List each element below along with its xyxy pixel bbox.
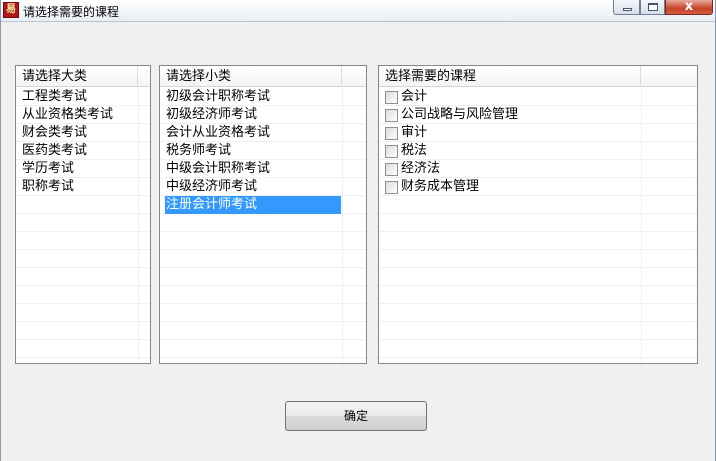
- category-item[interactable]: 医药类考试: [16, 142, 150, 160]
- category-column-header[interactable]: 请选择大类: [16, 66, 138, 87]
- course-column-header[interactable]: 选择需要的课程: [379, 66, 641, 87]
- close-icon: x: [684, 0, 694, 14]
- course-checkbox[interactable]: [385, 91, 398, 104]
- subcategory-item[interactable]: 注册会计师考试: [160, 196, 366, 214]
- maximize-icon: [648, 3, 658, 11]
- empty-row: [379, 196, 697, 214]
- course-checkbox[interactable]: [385, 109, 398, 122]
- empty-row: [16, 196, 150, 214]
- course-item[interactable]: 会计: [379, 88, 697, 106]
- category-item[interactable]: 财会类考试: [16, 124, 150, 142]
- empty-row: [160, 250, 366, 268]
- empty-row: [16, 214, 150, 232]
- course-list-header: 选择需要的课程: [379, 66, 697, 87]
- subcategory-listview[interactable]: 请选择小类 初级会计职称考试 初级经济师考试 会计从业资格考试 税务师考试中级会计职称…: [159, 65, 367, 364]
- subcategory-item-label: 会计从业资格考试: [166, 125, 271, 140]
- minimize-button[interactable]: [613, 0, 640, 15]
- course-item[interactable]: 公司战略与风险管理: [379, 106, 697, 124]
- course-label: 审计: [401, 125, 428, 140]
- subcategory-list-header: 请选择小类: [160, 66, 366, 87]
- subcategory-item[interactable]: 税务师考试: [160, 142, 366, 160]
- course-rows: 会计公司战略与风险管理 审计税法经济法财务成本管理: [379, 88, 697, 358]
- category-item-label: 工程类考试: [22, 89, 88, 104]
- empty-row: [16, 322, 150, 340]
- category-listview[interactable]: 请选择大类 工程类考试从业资格类考试 财会类考试医药类考试学历考试职称考试: [15, 65, 151, 364]
- category-item[interactable]: 从业资格类考试: [16, 106, 150, 124]
- empty-row: [160, 214, 366, 232]
- course-item[interactable]: 经济法: [379, 160, 697, 178]
- empty-row: [16, 268, 150, 286]
- window-title: 请选择需要的课程: [23, 5, 120, 19]
- category-list-header: 请选择大类: [16, 66, 150, 87]
- subcategory-rows: 初级会计职称考试 初级经济师考试 会计从业资格考试 税务师考试中级会计职称考试 中级经济…: [160, 88, 366, 358]
- empty-row: [379, 286, 697, 304]
- minimize-icon: [623, 8, 632, 11]
- course-item[interactable]: 审计: [379, 124, 697, 142]
- confirm-button[interactable]: 确定: [285, 401, 427, 431]
- subcategory-item[interactable]: 初级经济师考试: [160, 106, 366, 124]
- category-item-label: 学历考试: [22, 161, 75, 176]
- course-checkbox[interactable]: [385, 163, 398, 176]
- course-label: 经济法: [401, 161, 441, 176]
- empty-row: [160, 232, 366, 250]
- empty-row: [379, 304, 697, 322]
- course-label: 公司战略与风险管理: [401, 107, 519, 122]
- empty-row: [379, 268, 697, 286]
- empty-row: [379, 214, 697, 232]
- course-label: 税法: [401, 143, 428, 158]
- empty-row: [160, 304, 366, 322]
- subcategory-item-label: 初级会计职称考试: [166, 89, 271, 104]
- subcategory-item-label: 初级经济师考试: [166, 107, 258, 122]
- empty-row: [379, 250, 697, 268]
- empty-row: [16, 250, 150, 268]
- category-item-label: 从业资格类考试: [22, 107, 114, 122]
- category-item[interactable]: 工程类考试: [16, 88, 150, 106]
- course-item[interactable]: 税法: [379, 142, 697, 160]
- close-button[interactable]: x: [665, 0, 713, 15]
- empty-row: [379, 322, 697, 340]
- subcategory-item[interactable]: 中级会计职称考试: [160, 160, 366, 178]
- title-bar[interactable]: 易 请选择需要的课程 x: [1, 0, 715, 22]
- subcategory-item[interactable]: 初级会计职称考试: [160, 88, 366, 106]
- subcategory-item[interactable]: 会计从业资格考试: [160, 124, 366, 142]
- subcategory-item-label: 中级经济师考试: [166, 179, 258, 194]
- subcategory-item-label: 注册会计师考试: [166, 197, 258, 212]
- category-item-label: 财会类考试: [22, 125, 88, 140]
- subcategory-column-header[interactable]: 请选择小类: [160, 66, 342, 87]
- category-item-label: 医药类考试: [22, 143, 88, 158]
- empty-row: [379, 340, 697, 358]
- course-item[interactable]: 财务成本管理: [379, 178, 697, 196]
- empty-row: [16, 304, 150, 322]
- course-label: 财务成本管理: [401, 179, 480, 194]
- subcategory-item-label: 税务师考试: [166, 143, 232, 158]
- empty-row: [16, 232, 150, 250]
- empty-row: [160, 340, 366, 358]
- empty-row: [379, 232, 697, 250]
- category-rows: 工程类考试从业资格类考试 财会类考试医药类考试学历考试职称考试: [16, 88, 150, 358]
- empty-row: [160, 268, 366, 286]
- app-logo-icon: 易: [3, 2, 19, 18]
- course-listview[interactable]: 选择需要的课程 会计公司战略与风险管理 审计税法经济法财务成本管理: [378, 65, 698, 364]
- subcategory-item-label: 中级会计职称考试: [166, 161, 271, 176]
- course-checkbox[interactable]: [385, 145, 398, 158]
- maximize-button[interactable]: [640, 0, 665, 15]
- course-label: 会计: [401, 89, 428, 104]
- empty-row: [160, 286, 366, 304]
- subcategory-item[interactable]: 中级经济师考试: [160, 178, 366, 196]
- empty-row: [16, 340, 150, 358]
- empty-row: [16, 286, 150, 304]
- course-checkbox[interactable]: [385, 127, 398, 140]
- empty-row: [160, 322, 366, 340]
- category-item[interactable]: 学历考试: [16, 160, 150, 178]
- dialog-window: 易 请选择需要的课程 x 请选择大类 工程类考试从业资格类考试 财会类考试医药类考…: [0, 0, 716, 461]
- course-checkbox[interactable]: [385, 181, 398, 194]
- category-item-label: 职称考试: [22, 179, 75, 194]
- category-item[interactable]: 职称考试: [16, 178, 150, 196]
